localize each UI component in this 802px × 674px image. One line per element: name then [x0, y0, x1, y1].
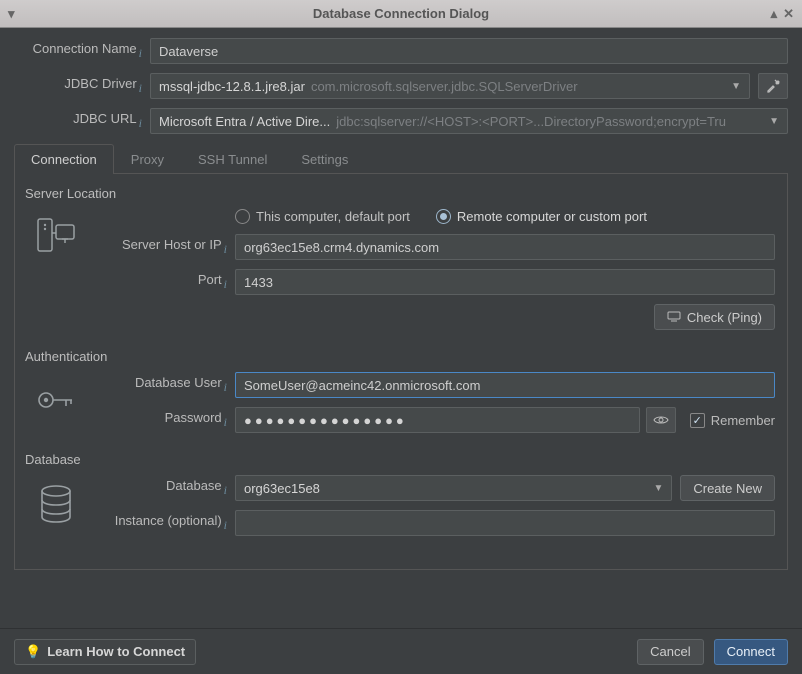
tab-proxy[interactable]: Proxy	[114, 144, 181, 174]
reveal-password-button[interactable]	[646, 407, 676, 433]
create-new-label: Create New	[693, 481, 762, 496]
eye-icon	[653, 414, 669, 426]
database-section-title: Database	[25, 452, 775, 467]
app-menu-icon[interactable]: ▾	[8, 6, 15, 22]
password-label: Passwordi	[85, 410, 235, 430]
titlebar-right-controls: ▴ ✕	[763, 0, 802, 27]
titlebar-left-controls: ▾	[0, 0, 23, 27]
port-input[interactable]: 1433	[235, 269, 775, 295]
ping-icon	[667, 311, 681, 323]
chevron-down-icon: ▼	[653, 483, 663, 494]
authentication-section-title: Authentication	[25, 349, 775, 364]
cancel-button[interactable]: Cancel	[637, 639, 703, 665]
info-icon[interactable]: i	[139, 46, 142, 60]
port-label: Porti	[85, 272, 235, 292]
maximize-icon[interactable]: ▴	[771, 6, 778, 22]
info-icon[interactable]: i	[224, 483, 227, 497]
connection-name-value: Dataverse	[159, 44, 218, 59]
cancel-label: Cancel	[650, 644, 690, 659]
info-icon[interactable]: i	[139, 116, 142, 130]
port-value: 1433	[244, 275, 273, 290]
connection-name-input[interactable]: Dataverse	[150, 38, 788, 64]
jdbc-driver-label: JDBC Driveri	[14, 76, 150, 96]
jdbc-url-template: jdbc:sqlserver://<HOST>:<PORT>...Directo…	[336, 114, 769, 129]
tab-settings[interactable]: Settings	[284, 144, 365, 174]
key-icon	[27, 372, 85, 442]
connect-button[interactable]: Connect	[714, 639, 788, 665]
instance-input[interactable]	[235, 510, 775, 536]
tab-bar: Connection Proxy SSH Tunnel Settings	[14, 143, 788, 174]
remember-label: Remember	[711, 413, 775, 428]
jdbc-driver-value: mssql-jdbc-12.8.1.jre8.jar	[159, 79, 305, 94]
password-mask: ●●●●●●●●●●●●●●●	[244, 413, 407, 428]
info-icon[interactable]: i	[224, 277, 227, 291]
configure-driver-button[interactable]	[758, 73, 788, 99]
database-label: Databasei	[85, 478, 235, 498]
check-ping-label: Check (Ping)	[687, 310, 762, 325]
radio-remote-computer[interactable]	[436, 209, 451, 224]
server-host-input[interactable]: org63ec15e8.crm4.dynamics.com	[235, 234, 775, 260]
connect-label: Connect	[727, 644, 775, 659]
jdbc-url-label: JDBC URLi	[14, 111, 150, 131]
connection-name-label: Connection Namei	[14, 41, 150, 61]
wrench-icon	[765, 78, 781, 94]
server-host-value: org63ec15e8.crm4.dynamics.com	[244, 240, 439, 255]
radio-remote-computer-label: Remote computer or custom port	[457, 209, 647, 224]
database-user-value: SomeUser@acmeinc42.onmicrosoft.com	[244, 378, 480, 393]
lightbulb-icon: 💡	[25, 644, 41, 660]
database-user-input[interactable]: SomeUser@acmeinc42.onmicrosoft.com	[235, 372, 775, 398]
learn-label: Learn How to Connect	[47, 644, 185, 659]
jdbc-driver-combo[interactable]: mssql-jdbc-12.8.1.jre8.jar com.microsoft…	[150, 73, 750, 99]
server-host-label: Server Host or IPi	[85, 237, 235, 257]
server-location-section-title: Server Location	[25, 186, 775, 201]
database-user-label: Database Useri	[85, 375, 235, 395]
remember-checkbox[interactable]	[690, 413, 705, 428]
learn-how-to-connect-button[interactable]: 💡 Learn How to Connect	[14, 639, 196, 665]
radio-this-computer-label: This computer, default port	[256, 209, 410, 224]
close-icon[interactable]: ✕	[783, 6, 794, 22]
connection-panel: Server Location This computer, default p…	[14, 174, 788, 570]
tab-ssh-tunnel[interactable]: SSH Tunnel	[181, 144, 284, 174]
window-titlebar: ▾ Database Connection Dialog ▴ ✕	[0, 0, 802, 28]
info-icon[interactable]: i	[224, 242, 227, 256]
jdbc-driver-class: com.microsoft.sqlserver.jdbc.SQLServerDr…	[311, 79, 731, 94]
info-icon[interactable]: i	[224, 518, 227, 532]
window-title: Database Connection Dialog	[313, 6, 489, 21]
instance-label: Instance (optional)i	[85, 513, 235, 533]
info-icon[interactable]: i	[139, 81, 142, 95]
check-ping-button[interactable]: Check (Ping)	[654, 304, 775, 330]
chevron-down-icon: ▼	[731, 81, 741, 92]
radio-this-computer[interactable]	[235, 209, 250, 224]
jdbc-url-combo[interactable]: Microsoft Entra / Active Dire... jdbc:sq…	[150, 108, 788, 134]
server-icon	[27, 209, 85, 339]
info-icon[interactable]: i	[224, 415, 227, 429]
tab-connection[interactable]: Connection	[14, 144, 114, 174]
dialog-footer: 💡 Learn How to Connect Cancel Connect	[0, 628, 802, 674]
database-icon	[27, 475, 85, 545]
database-combo[interactable]: org63ec15e8 ▼	[235, 475, 672, 501]
password-input[interactable]: ●●●●●●●●●●●●●●●	[235, 407, 640, 433]
jdbc-url-value: Microsoft Entra / Active Dire...	[159, 114, 330, 129]
chevron-down-icon: ▼	[769, 116, 779, 127]
create-new-button[interactable]: Create New	[680, 475, 775, 501]
database-value: org63ec15e8	[244, 481, 320, 496]
info-icon[interactable]: i	[224, 380, 227, 394]
